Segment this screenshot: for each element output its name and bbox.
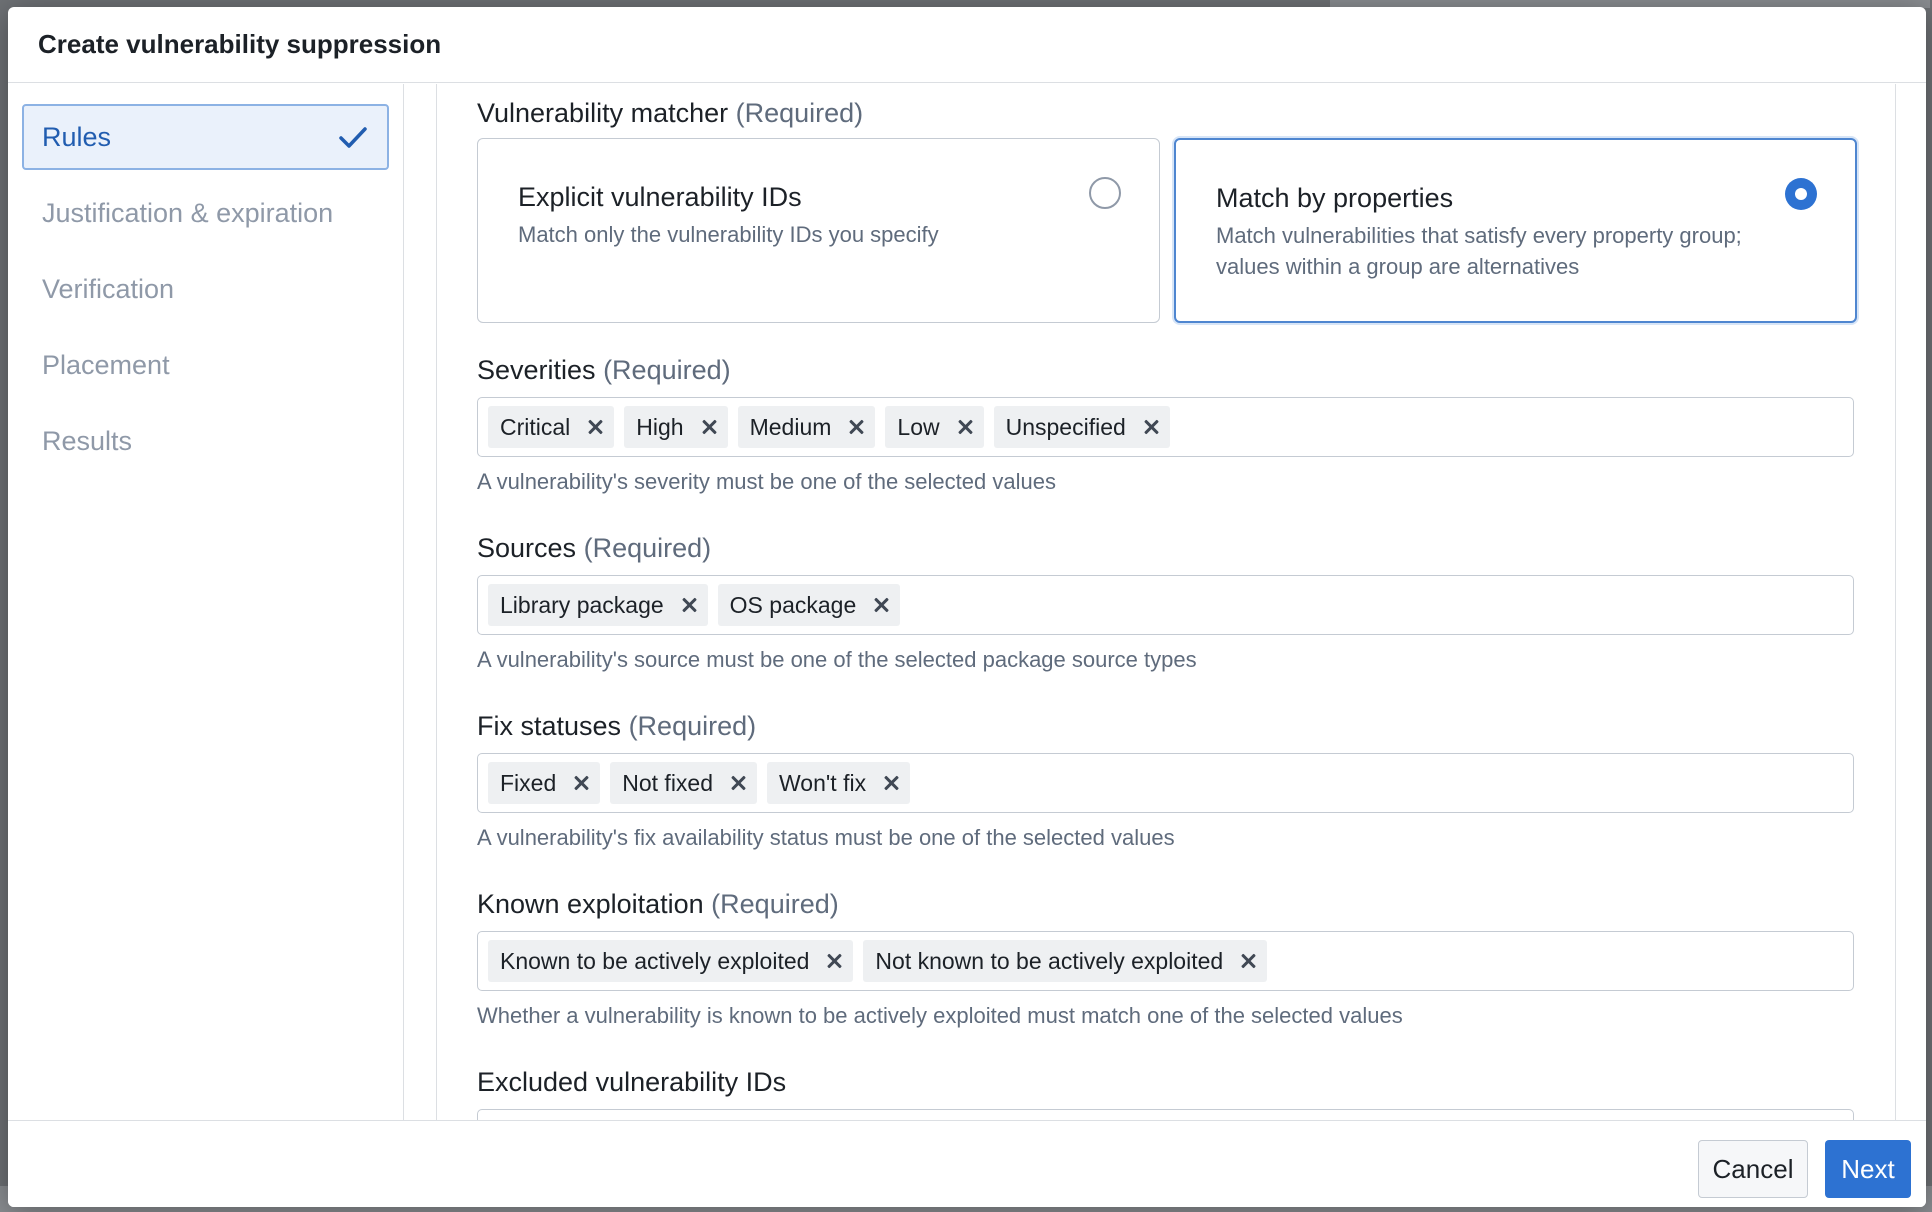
tag-label: Fixed [500, 769, 557, 796]
close-icon[interactable] [584, 416, 606, 438]
matcher-option-by-properties[interactable]: Match by properties Match vulnerabilitie… [1174, 138, 1857, 323]
radio-explicit-ids[interactable] [1089, 177, 1121, 209]
step-label: Justification & expiration [42, 197, 334, 228]
excluded-ids-label: Excluded vulnerability IDs [477, 1067, 787, 1097]
rules-form-content: Vulnerability matcher (Required) Explici… [477, 94, 1857, 1120]
matcher-option-description: Match vulnerabilities that satisfy every… [1216, 223, 1742, 279]
tag-not-fixed: Not fixed [610, 762, 758, 804]
tag-label: Library package [500, 591, 664, 618]
tag-high: High [624, 406, 728, 448]
close-icon[interactable] [954, 416, 976, 438]
close-icon[interactable] [727, 772, 749, 794]
required-indicator: (Required) [603, 355, 731, 385]
step-sidebar: Rules Justification & expiration Verific… [8, 84, 404, 1120]
tag-label: Known to be actively exploited [500, 947, 810, 974]
fix-statuses-help: A vulnerability's fix availability statu… [477, 825, 1175, 850]
tag-label: Medium [749, 413, 832, 440]
tag-known-exploited: Known to be actively exploited [488, 940, 854, 982]
create-suppression-dialog: Create vulnerability suppression Rules J… [8, 7, 1926, 1207]
matcher-option-description: Match only the vulnerability IDs you spe… [518, 222, 939, 247]
step-placement[interactable]: Placement [22, 332, 389, 398]
close-icon[interactable] [698, 416, 720, 438]
fix-statuses-field: Fix statuses (Required) Fixed Not fixed … [477, 707, 1857, 853]
matcher-option-explicit-ids[interactable]: Explicit vulnerability IDs Match only th… [477, 138, 1160, 323]
close-icon[interactable] [570, 772, 592, 794]
step-verification[interactable]: Verification [22, 256, 389, 322]
tag-not-known-exploited: Not known to be actively exploited [863, 940, 1268, 982]
field-label-text: Fix statuses [477, 711, 622, 741]
radio-by-properties[interactable] [1785, 178, 1817, 210]
close-icon[interactable] [823, 950, 845, 972]
severities-field: Severities (Required) Critical High Medi… [477, 351, 1857, 497]
close-icon[interactable] [845, 416, 867, 438]
sources-field: Sources (Required) Library package OS pa… [477, 529, 1857, 675]
tag-label: Unspecified [1005, 413, 1126, 440]
step-justification-expiration[interactable]: Justification & expiration [22, 180, 389, 246]
known-exploitation-label: Known exploitation (Required) [477, 885, 1857, 923]
matcher-label: Vulnerability matcher (Required) [477, 94, 1857, 132]
step-rules[interactable]: Rules [22, 104, 389, 170]
required-indicator: (Required) [711, 889, 839, 919]
severities-label: Severities (Required) [477, 351, 1857, 389]
tag-wont-fix: Won't fix [767, 762, 911, 804]
close-icon[interactable] [1237, 950, 1259, 972]
tag-label: Won't fix [779, 769, 867, 796]
step-label: Placement [42, 349, 170, 380]
tag-os-package: OS package [717, 584, 901, 626]
close-icon[interactable] [880, 772, 902, 794]
excluded-ids-input[interactable] [477, 1109, 1854, 1120]
fix-statuses-label: Fix statuses (Required) [477, 707, 1857, 745]
known-exploitation-field: Known exploitation (Required) Known to b… [477, 885, 1857, 1031]
fix-statuses-input[interactable]: Fixed Not fixed Won't fix [477, 753, 1854, 813]
checkmark-icon [339, 127, 367, 148]
close-icon[interactable] [870, 594, 892, 616]
next-button[interactable]: Next [1825, 1140, 1911, 1198]
cancel-button[interactable]: Cancel [1698, 1140, 1808, 1198]
tag-low: Low [885, 406, 984, 448]
tag-medium: Medium [737, 406, 876, 448]
matcher-label-text: Vulnerability matcher [477, 98, 729, 128]
matcher-options: Explicit vulnerability IDs Match only th… [477, 138, 1857, 323]
tag-unspecified: Unspecified [993, 406, 1170, 448]
close-icon[interactable] [1140, 416, 1162, 438]
known-exploitation-help: Whether a vulnerability is known to be a… [477, 1003, 1403, 1028]
tag-label: Low [897, 413, 940, 440]
step-label: Results [42, 425, 133, 456]
step-label: Verification [42, 273, 175, 304]
rules-form[interactable]: Vulnerability matcher (Required) Explici… [436, 84, 1896, 1120]
required-indicator: (Required) [628, 711, 757, 741]
field-label-text: Known exploitation [477, 889, 704, 919]
sources-help: A vulnerability's source must be one of … [477, 647, 1197, 672]
required-indicator: (Required) [583, 533, 712, 563]
severities-help: A vulnerability's severity must be one o… [477, 469, 1056, 494]
tag-library-package: Library package [488, 584, 708, 626]
tag-fixed: Fixed [488, 762, 601, 804]
matcher-option-title: Match by properties [1216, 183, 1454, 213]
sources-input[interactable]: Library package OS package [477, 575, 1854, 635]
tag-label: OS package [729, 591, 857, 618]
tag-label: Critical [500, 413, 571, 440]
step-results[interactable]: Results [22, 408, 389, 474]
step-label: Rules [42, 121, 112, 152]
close-icon[interactable] [678, 594, 700, 616]
field-label-text: Sources [477, 533, 577, 563]
known-exploitation-input[interactable]: Known to be actively exploited Not known… [477, 931, 1854, 991]
tag-critical: Critical [488, 406, 615, 448]
matcher-option-title: Explicit vulnerability IDs [518, 182, 802, 212]
severities-input[interactable]: Critical High Medium Low Unspecified [477, 397, 1854, 457]
tag-label: High [636, 413, 684, 440]
dialog-header: Create vulnerability suppression [8, 7, 1926, 83]
dialog-title: Create vulnerability suppression [38, 29, 442, 59]
excluded-ids-field: Excluded vulnerability IDs [477, 1063, 1857, 1120]
tag-label: Not known to be actively exploited [875, 947, 1224, 974]
required-indicator: (Required) [735, 98, 864, 128]
dialog-footer: Cancel Next [8, 1120, 1926, 1207]
sources-label: Sources (Required) [477, 529, 1857, 567]
field-label-text: Severities [477, 355, 596, 385]
tag-label: Not fixed [622, 769, 714, 796]
